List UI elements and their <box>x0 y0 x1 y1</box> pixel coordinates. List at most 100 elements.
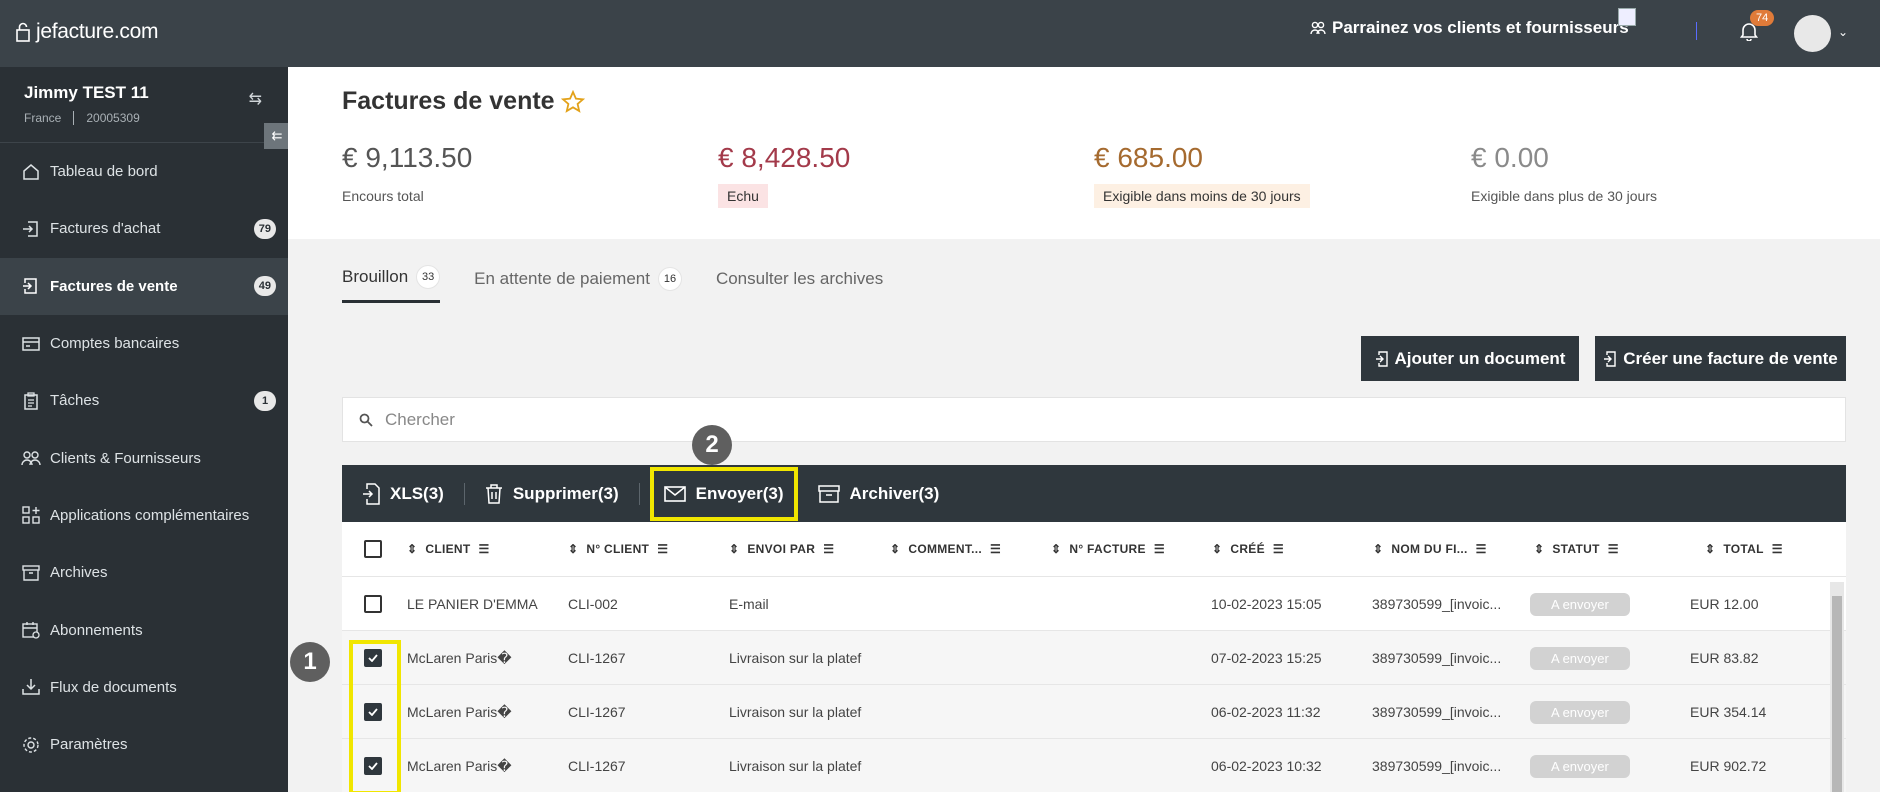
bulk-action-bar: XLS(3) Supprimer(3) Envoyer(3) Archiver(… <box>342 465 1846 522</box>
tab-en-attente[interactable]: En attente de paiement 16 <box>474 265 682 303</box>
filter-icon[interactable]: ☰ <box>657 542 668 556</box>
column-header-total[interactable]: ⇕ TOTAL ☰ <box>1705 542 1783 556</box>
filter-icon[interactable]: ☰ <box>990 542 1001 556</box>
tab-label: En attente de paiement <box>474 268 650 288</box>
search-input[interactable] <box>385 409 1785 430</box>
sidebar-item-archives[interactable]: Archives <box>0 544 288 601</box>
sidebar-item-factures-achat[interactable]: Factures d'achat 79 <box>0 200 288 257</box>
sidebar-item-label: Factures d'achat <box>50 220 161 238</box>
column-header-sent-by[interactable]: ⇕ ENVOI PAR ☰ <box>729 542 834 556</box>
sidebar-item-factures-vente[interactable]: Factures de vente 49 <box>0 257 288 315</box>
cell-file-name: 389730599_[invoic... <box>1372 650 1502 666</box>
avatar[interactable] <box>1794 15 1831 52</box>
checkbox[interactable] <box>364 540 382 558</box>
sidebar-item-flux-documents[interactable]: Flux de documents <box>0 659 288 716</box>
sidebar-item-label: Tableau de bord <box>50 163 158 181</box>
filter-icon[interactable]: ☰ <box>1772 542 1783 556</box>
chevron-down-icon[interactable]: ⌄ <box>1838 25 1848 39</box>
table-row[interactable]: McLaren Paris� CLI-1267 Livraison sur la… <box>342 739 1846 792</box>
sidebar-item-label: Archives <box>50 564 108 582</box>
sort-icon[interactable]: ⇕ <box>1705 542 1715 556</box>
star-icon[interactable] <box>560 89 585 114</box>
selection-highlight <box>349 640 401 792</box>
column-label: N° CLIENT <box>586 542 650 556</box>
column-header-comment[interactable]: ⇕ COMMENT... ☰ <box>890 542 1001 556</box>
cell-status: A envoyer <box>1530 685 1630 739</box>
filter-icon[interactable]: ☰ <box>1154 542 1165 556</box>
column-header-invoice-no[interactable]: ⇕ N° FACTURE ☰ <box>1051 542 1165 556</box>
export-xls-button[interactable]: XLS(3) <box>342 474 464 514</box>
purchase-invoice-icon <box>20 218 42 240</box>
kpi-total: € 9,113.50 Encours total <box>342 142 472 208</box>
calendar-icon <box>20 619 42 641</box>
column-header-client-no[interactable]: ⇕ N° CLIENT ☰ <box>568 542 668 556</box>
org-id: 20005309 <box>86 111 140 125</box>
sidebar-item-label: Abonnements <box>50 621 143 639</box>
kpi-amount: € 685.00 <box>1094 142 1203 173</box>
column-header-created[interactable]: ⇕ CRÉÉ ☰ <box>1212 542 1284 556</box>
column-label: CLIENT <box>425 542 471 556</box>
cell-client: LE PANIER D'EMMA <box>407 596 538 612</box>
filter-icon[interactable]: ☰ <box>1608 542 1619 556</box>
column-label: STATUT <box>1552 542 1600 556</box>
column-label: CRÉÉ <box>1230 542 1265 556</box>
sort-icon[interactable]: ⇕ <box>729 542 739 556</box>
status-badge: A envoyer <box>1530 592 1630 616</box>
tab-archives[interactable]: Consulter les archives <box>716 265 883 303</box>
table-row[interactable]: McLaren Paris� CLI-1267 Livraison sur la… <box>342 685 1846 739</box>
kpi-label: Exigible dans moins de 30 jours <box>1094 184 1310 208</box>
count-badge: 1 <box>254 390 276 411</box>
sort-icon[interactable]: ⇕ <box>568 542 578 556</box>
select-all-checkbox[interactable] <box>364 540 382 558</box>
sidebar-item-applications[interactable]: Applications complémentaires <box>0 487 288 544</box>
search-icon <box>359 413 373 427</box>
sidebar-item-taches[interactable]: Tâches 1 <box>0 372 288 429</box>
collapse-sidebar-icon[interactable]: ⇇ <box>264 123 290 149</box>
delete-button[interactable]: Supprimer(3) <box>465 474 639 514</box>
archive-button[interactable]: Archiver(3) <box>798 474 960 514</box>
broken-image-icon <box>1618 8 1636 26</box>
sort-icon[interactable]: ⇕ <box>1534 542 1544 556</box>
checkbox[interactable] <box>364 595 382 613</box>
table-row[interactable]: McLaren Paris� CLI-1267 Livraison sur la… <box>342 631 1846 685</box>
tab-count: 33 <box>416 265 441 289</box>
sidebar: Jimmy TEST 11 France 20005309 ⇆ Tableau … <box>0 67 288 792</box>
add-document-button[interactable]: Ajouter un document <box>1361 336 1579 381</box>
sort-icon[interactable]: ⇕ <box>1051 542 1061 556</box>
top-bar: jefacture.com Parrainez vos clients et f… <box>0 0 1880 67</box>
logo[interactable]: jefacture.com <box>16 20 158 44</box>
filter-icon[interactable]: ☰ <box>1273 542 1284 556</box>
referral-link[interactable]: Parrainez vos clients et fournisseurs <box>1310 18 1629 38</box>
cell-sent-by: E-mail <box>729 596 769 612</box>
kpi-amount: € 0.00 <box>1471 142 1549 173</box>
divider <box>638 482 640 505</box>
sort-icon[interactable]: ⇕ <box>890 542 900 556</box>
tab-brouillon[interactable]: Brouillon 33 <box>342 265 441 303</box>
sidebar-item-tableau-de-bord[interactable]: Tableau de bord <box>0 143 288 200</box>
sort-icon[interactable]: ⇕ <box>407 542 417 556</box>
table-row[interactable]: LE PANIER D'EMMA CLI-002 E-mail 10-02-20… <box>342 577 1846 631</box>
kpi-label: Encours total <box>342 188 424 204</box>
column-header-status[interactable]: ⇕ STATUT ☰ <box>1534 542 1619 556</box>
sidebar-item-clients-fournisseurs[interactable]: Clients & Fournisseurs <box>0 429 288 486</box>
sidebar-item-abonnements[interactable]: Abonnements <box>0 601 288 658</box>
create-invoice-button[interactable]: Créer une facture de vente <box>1595 336 1846 381</box>
tab-label: Brouillon <box>342 267 409 286</box>
sidebar-item-parametres[interactable]: Paramètres <box>0 716 288 773</box>
switch-org-icon[interactable]: ⇆ <box>249 89 262 109</box>
sidebar-item-label: Comptes bancaires <box>50 335 180 353</box>
table-scrollbar[interactable] <box>1830 582 1844 792</box>
sort-icon[interactable]: ⇕ <box>1373 542 1383 556</box>
sidebar-item-comptes-bancaires[interactable]: Comptes bancaires <box>0 315 288 372</box>
send-button[interactable]: Envoyer(3) <box>649 466 798 521</box>
filter-icon[interactable]: ☰ <box>823 542 834 556</box>
sort-icon[interactable]: ⇕ <box>1212 542 1222 556</box>
filter-icon[interactable]: ☰ <box>1476 542 1487 556</box>
column-header-file-name[interactable]: ⇕ NOM DU FI... ☰ <box>1373 542 1487 556</box>
column-label: COMMENT... <box>908 542 983 556</box>
cell-sent-by: Livraison sur la platef <box>729 650 862 666</box>
scrollbar-thumb[interactable] <box>1832 596 1842 792</box>
column-header-client[interactable]: ⇕ CLIENT ☰ <box>407 542 490 556</box>
filter-icon[interactable]: ☰ <box>479 542 490 556</box>
count-badge: 49 <box>253 276 276 297</box>
